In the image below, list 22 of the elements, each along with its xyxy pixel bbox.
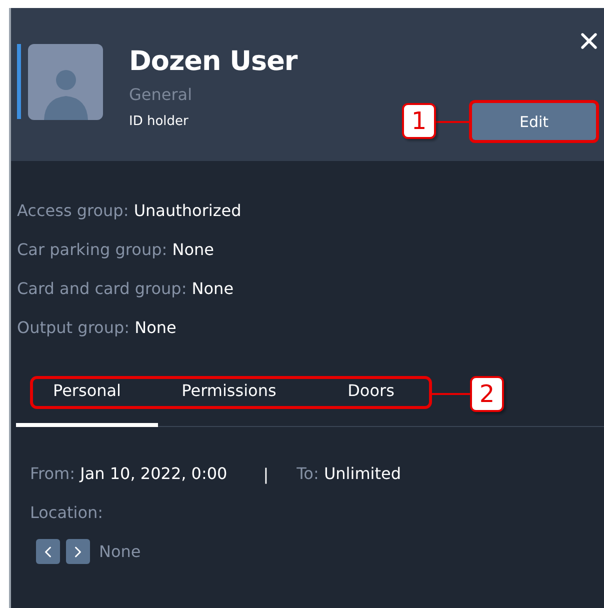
tab[interactable]: Permissions bbox=[158, 379, 300, 427]
group-field: Card and card group: None bbox=[17, 278, 604, 300]
leader-line bbox=[432, 393, 472, 395]
leader-line bbox=[436, 121, 472, 123]
separator: | bbox=[263, 464, 269, 484]
location-value: None bbox=[99, 542, 141, 561]
user-group: General bbox=[129, 85, 298, 104]
group-field: Car parking group: None bbox=[17, 239, 604, 261]
edit-button[interactable]: Edit bbox=[472, 103, 596, 140]
tab[interactable]: Personal bbox=[16, 379, 158, 427]
to-field: To: Unlimited bbox=[296, 463, 401, 485]
previous-button[interactable] bbox=[36, 539, 60, 564]
from-field: From: Jan 10, 2022, 0:00 bbox=[30, 463, 228, 485]
group-field: Access group: Unauthorized bbox=[17, 200, 604, 222]
callout-number: 2 bbox=[470, 376, 504, 412]
user-name: Dozen User bbox=[129, 46, 298, 77]
next-button[interactable] bbox=[66, 539, 90, 564]
location-label: Location: bbox=[30, 502, 104, 524]
callout-number: 1 bbox=[402, 103, 436, 139]
tab[interactable]: Doors bbox=[300, 379, 442, 427]
group-field: Output group: None bbox=[17, 317, 604, 339]
user-role: ID holder bbox=[129, 114, 190, 129]
